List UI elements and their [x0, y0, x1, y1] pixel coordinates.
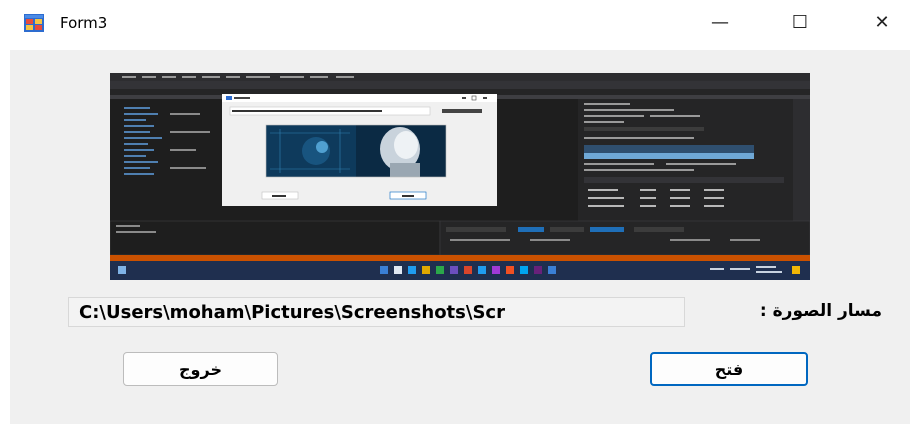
path-value: C:\Users\moham\Pictures\Screenshots\Scr	[79, 302, 505, 323]
path-label: مسار الصورة :	[759, 301, 882, 321]
minimize-button[interactable]: —	[695, 0, 745, 44]
window-title: Form3	[60, 14, 108, 32]
title-bar[interactable]: Form3 — ☐ ✕	[0, 0, 910, 50]
open-button[interactable]: فتح	[650, 352, 808, 386]
picture-box-image	[110, 73, 810, 280]
form3-window: Form3 — ☐ ✕ C:\Users\moham\Pictures\Scre…	[0, 0, 910, 424]
maximize-icon: ☐	[791, 11, 809, 33]
form-client-area: C:\Users\moham\Pictures\Screenshots\Scr …	[10, 50, 910, 424]
app-icon	[24, 14, 44, 32]
close-icon: ✕	[874, 11, 890, 33]
minimize-icon: —	[711, 11, 729, 33]
close-button[interactable]: ✕	[857, 0, 907, 44]
maximize-button[interactable]: ☐	[775, 0, 825, 44]
exit-button[interactable]: خروج	[123, 352, 278, 386]
path-textbox[interactable]: C:\Users\moham\Pictures\Screenshots\Scr	[68, 297, 685, 327]
